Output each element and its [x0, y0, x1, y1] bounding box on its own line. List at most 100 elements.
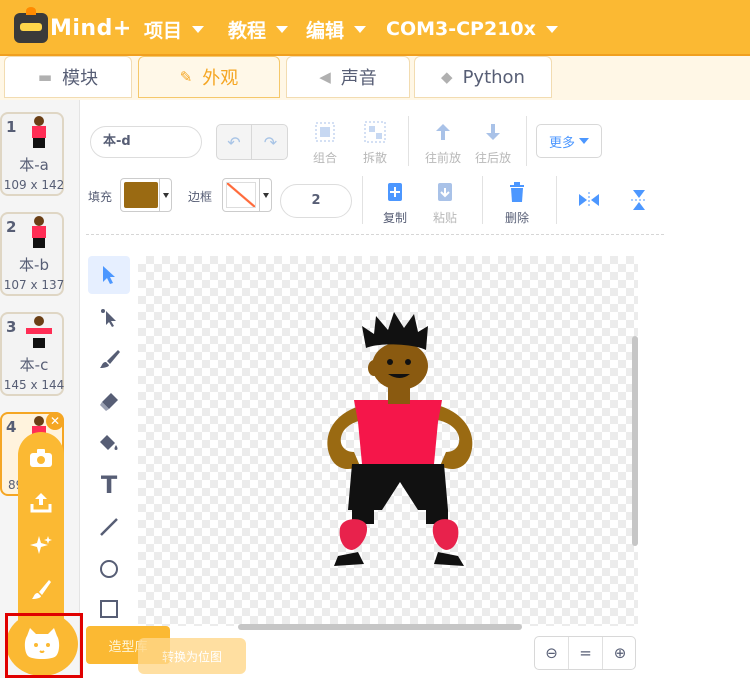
paste-button[interactable]: 粘贴 — [418, 180, 472, 226]
chevron-down-icon — [259, 179, 271, 211]
costume-card[interactable]: 1 本-a 109 x 142 — [0, 112, 64, 196]
costume-card[interactable]: 3 本-c 145 x 144 — [0, 312, 64, 396]
ungroup-icon — [348, 120, 402, 144]
stroke-color-picker[interactable] — [222, 178, 272, 212]
divider — [482, 176, 483, 224]
flip-horizontal-icon — [562, 188, 616, 212]
trash-icon — [490, 180, 544, 204]
zoom-reset-button[interactable]: = — [569, 637, 603, 669]
flip-vertical-button[interactable] — [612, 188, 666, 217]
surprise-button[interactable] — [18, 526, 64, 566]
zoom-in-icon: ⊕ — [613, 644, 627, 662]
forward-button[interactable]: 往前放 — [416, 120, 470, 166]
copy-button[interactable]: 复制 — [368, 180, 422, 226]
vertical-scrollbar[interactable] — [632, 336, 638, 546]
paint-bucket-icon — [100, 435, 118, 450]
menu-edit[interactable]: 编辑 — [306, 14, 367, 44]
costume-name: 本-a — [19, 156, 49, 174]
equals-icon: = — [579, 644, 592, 662]
text-tool[interactable]: T — [88, 466, 130, 504]
paint-button[interactable] — [18, 570, 64, 610]
copy-label: 复制 — [382, 211, 407, 225]
backward-label: 往后放 — [474, 151, 511, 165]
sparkle-icon — [30, 536, 52, 554]
select-tool[interactable] — [88, 256, 130, 294]
tab-sounds-label: 声音 — [340, 68, 377, 89]
costume-thumbnail — [24, 116, 54, 150]
group-button[interactable]: 组合 — [298, 120, 352, 166]
chevron-down-icon — [192, 25, 205, 33]
tab-python[interactable]: ◆ Python — [414, 56, 552, 98]
more-dropdown[interactable]: 更多 — [536, 124, 602, 158]
redo-icon: ↷ — [263, 132, 278, 152]
paint-canvas[interactable] — [138, 256, 638, 626]
eraser-tool[interactable] — [88, 382, 130, 420]
rectangle-tool[interactable] — [88, 590, 130, 628]
camera-icon — [30, 449, 52, 467]
stroke-swatch — [226, 182, 256, 208]
brush-tool[interactable] — [88, 340, 130, 378]
text-icon: T — [100, 471, 118, 499]
undo-icon: ↶ — [227, 132, 241, 152]
tab-blocks[interactable]: ▬ 模块 — [4, 56, 132, 98]
costume-size: 107 x 137 — [3, 278, 65, 292]
zoom-out-button[interactable]: ⊖ — [535, 637, 569, 669]
tab-costumes-label: 外观 — [202, 68, 239, 89]
divider — [408, 116, 409, 166]
backward-button[interactable]: 往后放 — [466, 120, 520, 166]
circle-icon — [100, 560, 118, 578]
costume-name-input[interactable]: 本-d — [90, 126, 202, 158]
costume-thumbnail — [24, 316, 54, 350]
redo-button[interactable]: ↷ — [253, 125, 288, 159]
ungroup-label: 拆散 — [362, 151, 387, 165]
menu-port-label: COM3-CP210x — [386, 18, 536, 40]
stroke-label: 边框 — [188, 190, 213, 204]
group-label: 组合 — [312, 151, 337, 165]
fill-color-picker[interactable] — [120, 178, 172, 212]
menu-project-label: 项目 — [144, 19, 183, 42]
convert-to-bitmap-button[interactable]: 转换为位图 — [138, 638, 246, 674]
upload-button[interactable] — [18, 482, 64, 522]
highlight-box — [5, 613, 83, 678]
fill-swatch — [124, 182, 158, 208]
brush-icon — [32, 580, 51, 599]
zoom-out-icon: ⊖ — [545, 644, 558, 662]
blocks-icon: ▬ — [37, 68, 53, 86]
costume-drawing — [327, 312, 473, 566]
menu-project[interactable]: 项目 — [144, 14, 205, 44]
tab-sounds[interactable]: ◀ 声音 — [286, 56, 410, 98]
zoom-controls: ⊖ = ⊕ — [534, 636, 636, 670]
delete-costume-icon[interactable]: ✕ — [46, 412, 64, 430]
copy-icon — [368, 180, 422, 204]
menu-edit-label: 编辑 — [306, 19, 345, 42]
circle-tool[interactable] — [88, 550, 130, 588]
reshape-tool[interactable] — [88, 298, 130, 336]
costume-name: 本-c — [19, 356, 49, 374]
flip-horizontal-button[interactable] — [562, 188, 616, 217]
arrow-down-icon — [466, 120, 520, 144]
menu-port[interactable]: COM3-CP210x — [386, 14, 558, 44]
costume-card[interactable]: 2 本-b 107 x 137 — [0, 212, 64, 296]
delete-button[interactable]: 删除 — [490, 180, 544, 226]
line-tool[interactable] — [88, 508, 130, 546]
chevron-down-icon — [545, 25, 558, 33]
horizontal-scrollbar[interactable] — [238, 624, 522, 630]
brush-icon: ✎ — [179, 68, 193, 86]
eraser-icon — [100, 393, 118, 411]
flip-vertical-icon — [612, 188, 666, 212]
toolbar-divider — [86, 234, 664, 235]
zoom-in-button[interactable]: ⊕ — [603, 637, 637, 669]
ungroup-button[interactable]: 拆散 — [348, 120, 402, 166]
group-icon — [298, 120, 352, 144]
paste-label: 粘贴 — [432, 211, 457, 225]
costume-number: 1 — [6, 118, 17, 136]
stroke-width-input[interactable]: 2 — [280, 184, 352, 218]
fill-tool[interactable] — [88, 424, 130, 462]
costume-size: 109 x 142 — [3, 178, 65, 192]
camera-button[interactable] — [18, 438, 64, 478]
paste-icon — [418, 180, 472, 204]
logo-text: Mind+ — [50, 15, 132, 41]
undo-button[interactable]: ↶ — [217, 125, 252, 159]
tab-costumes[interactable]: ✎ 外观 — [138, 56, 280, 98]
menu-tutorial[interactable]: 教程 — [228, 14, 289, 44]
